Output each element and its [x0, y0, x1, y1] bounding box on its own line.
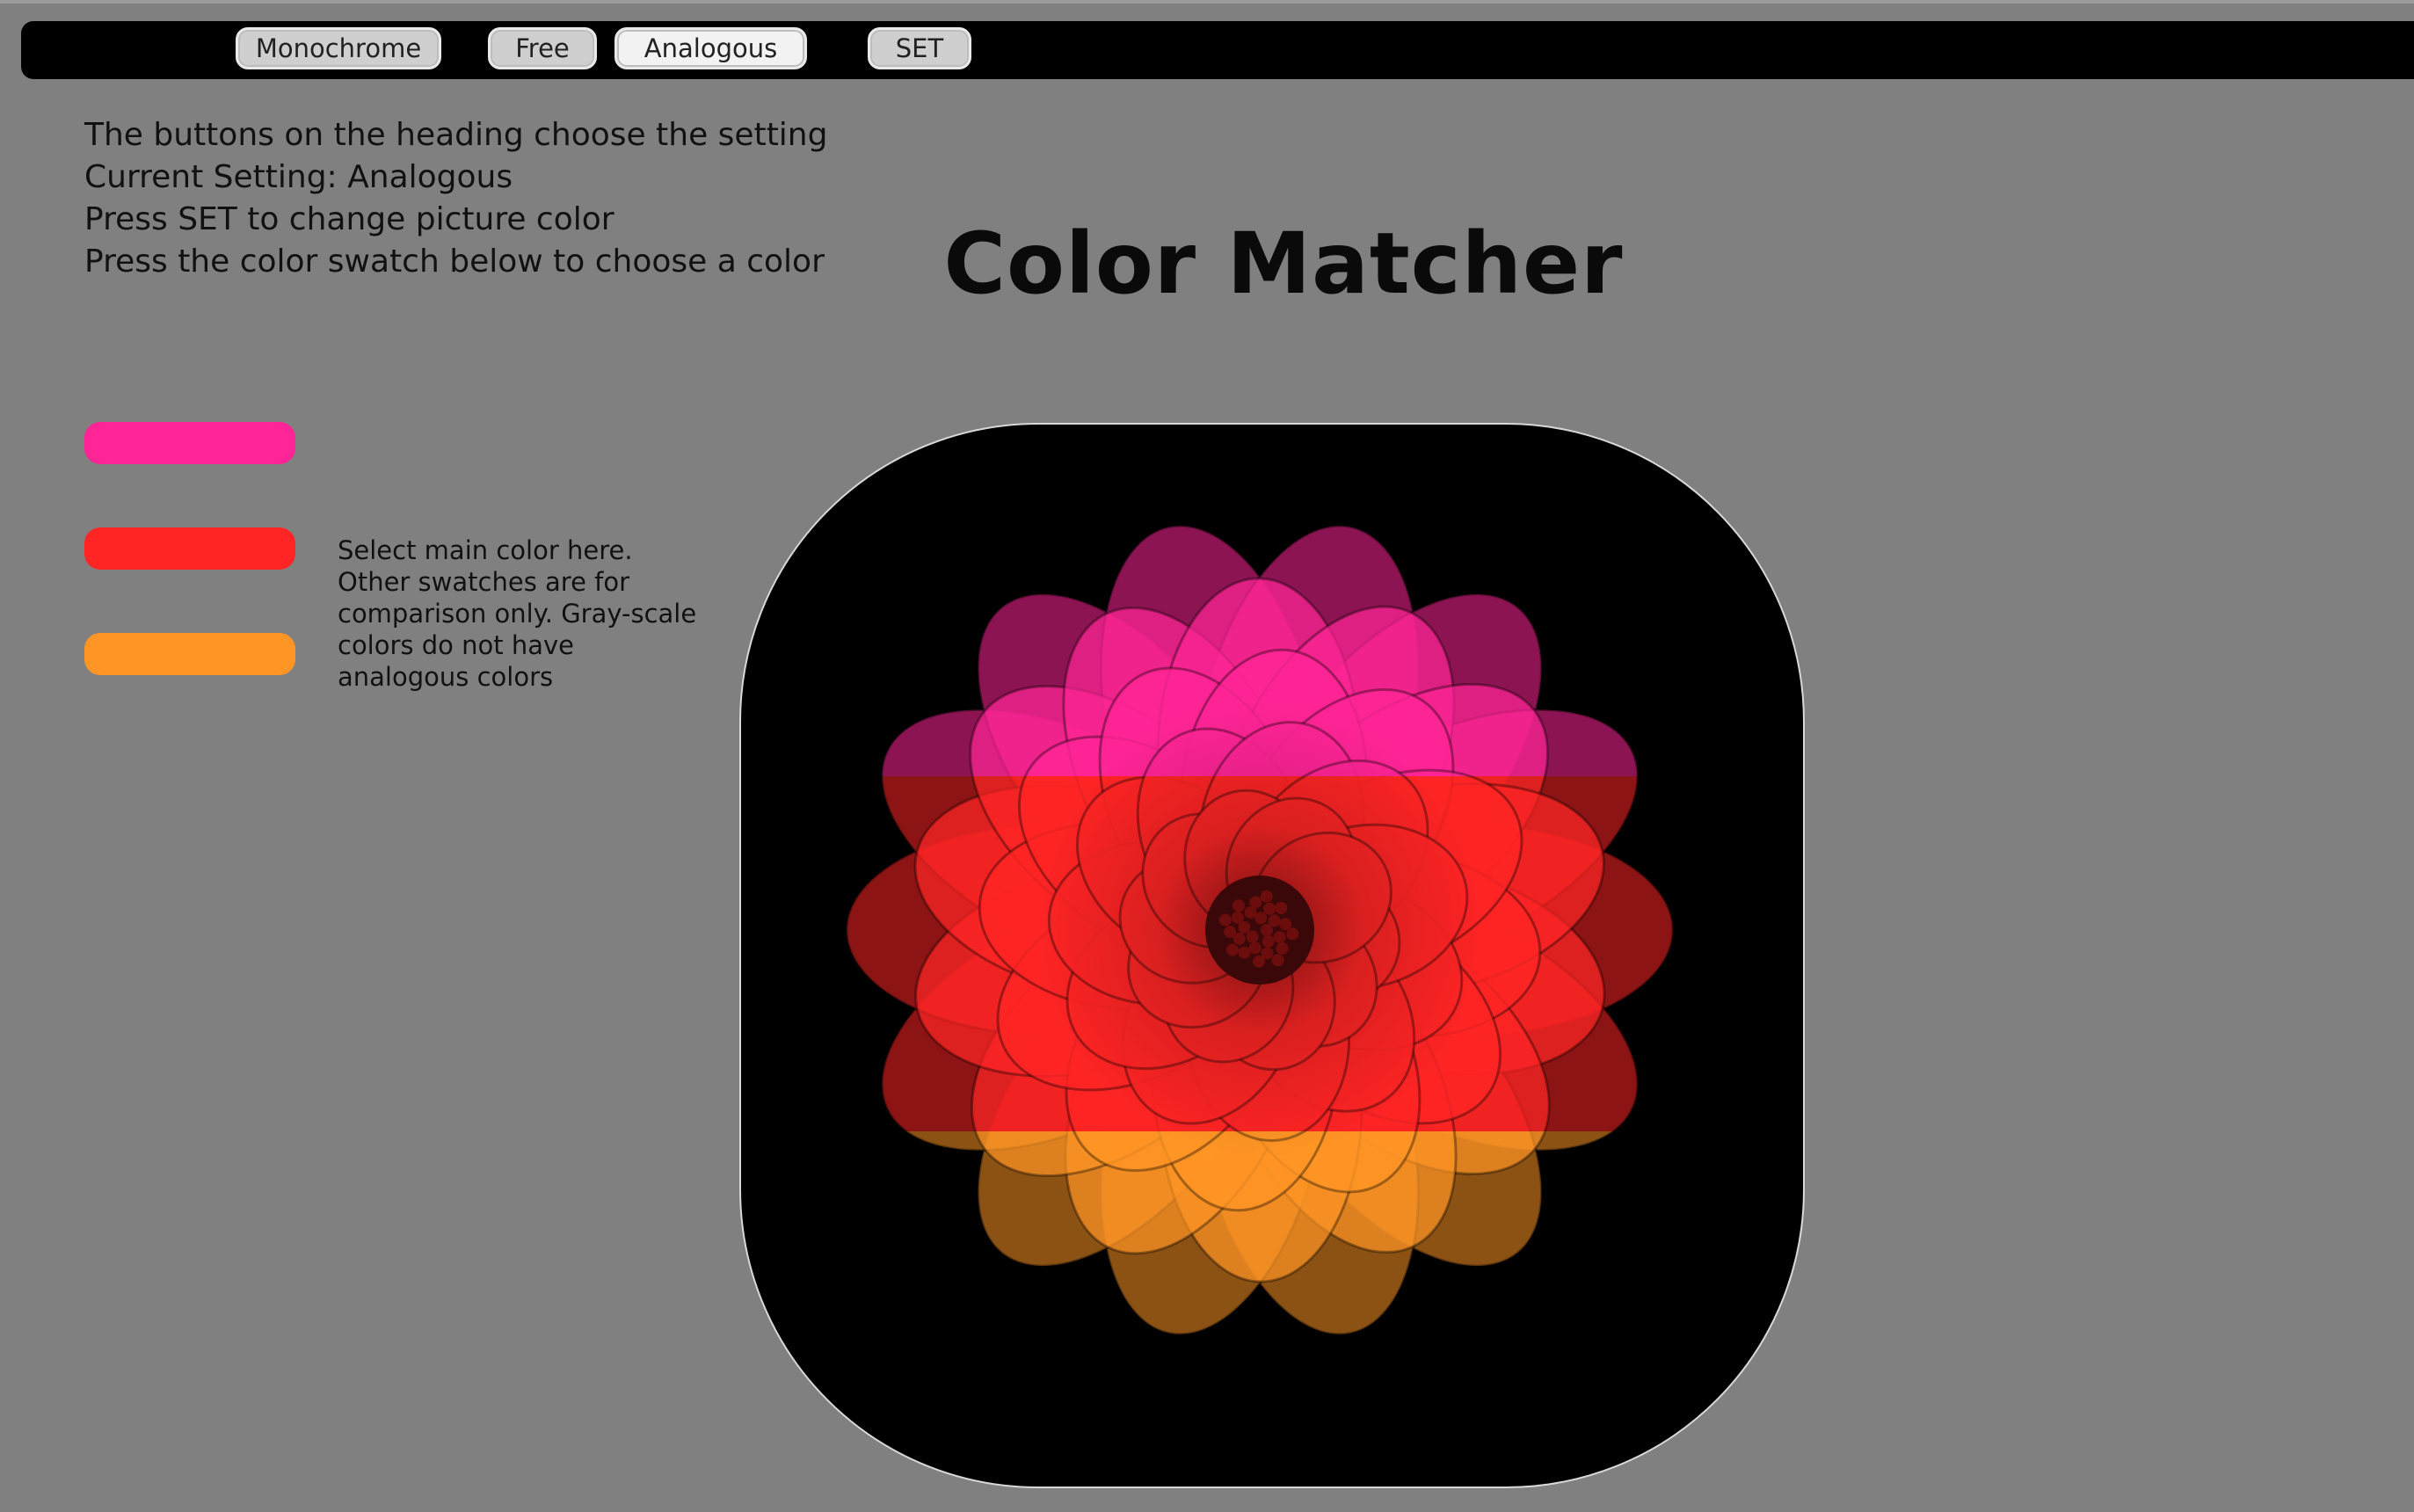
flower-stamen — [1225, 943, 1239, 956]
flower-stamen — [1231, 911, 1244, 924]
instruction-line: Press the color swatch below to choose a… — [84, 244, 825, 280]
flower-stamen — [1271, 954, 1284, 967]
instruction-line: Press SET to change picture color — [84, 201, 614, 237]
analogous-button[interactable]: Analogous — [614, 27, 807, 69]
free-button[interactable]: Free — [488, 27, 597, 69]
header-bar: Monochrome Free Analogous SET — [21, 21, 2414, 79]
flower-image — [845, 524, 1675, 1336]
flower-picture-frame — [739, 423, 1805, 1488]
flower-stamen — [1238, 946, 1251, 959]
flower-stamen — [1273, 931, 1286, 944]
flower-stamen — [1248, 941, 1262, 955]
swatch-note: Select main color here. Other swatches a… — [338, 535, 697, 692]
flower-stamen — [1263, 902, 1276, 915]
comparison-swatch-1[interactable] — [84, 527, 295, 570]
flower-stamen — [1232, 899, 1245, 912]
main-color-swatch[interactable] — [84, 422, 295, 464]
flower-stamen — [1246, 930, 1259, 943]
flower-stamen — [1276, 941, 1289, 955]
monochrome-button[interactable]: Monochrome — [236, 27, 441, 69]
flower-stamen — [1253, 955, 1266, 968]
flower-stamen — [1262, 934, 1275, 948]
comparison-swatch-2[interactable] — [84, 633, 295, 675]
instructions: The buttons on the heading choose the se… — [84, 114, 827, 283]
flower-stamen — [1249, 896, 1262, 909]
set-button[interactable]: SET — [868, 27, 971, 69]
flower-stamen — [1260, 890, 1273, 903]
flower-stamen — [1275, 901, 1288, 914]
page-title: Color Matcher — [943, 214, 1624, 313]
flower-stamen — [1286, 927, 1299, 941]
current-setting-text: Current Setting: Analogous — [84, 159, 513, 195]
flower-stamen — [1224, 925, 1237, 938]
flower-stamen — [1218, 913, 1232, 927]
instruction-line: The buttons on the heading choose the se… — [84, 117, 828, 153]
flower-stamen — [1268, 914, 1281, 927]
flower-center — [1205, 876, 1314, 985]
window-top-edge — [0, 0, 2414, 4]
